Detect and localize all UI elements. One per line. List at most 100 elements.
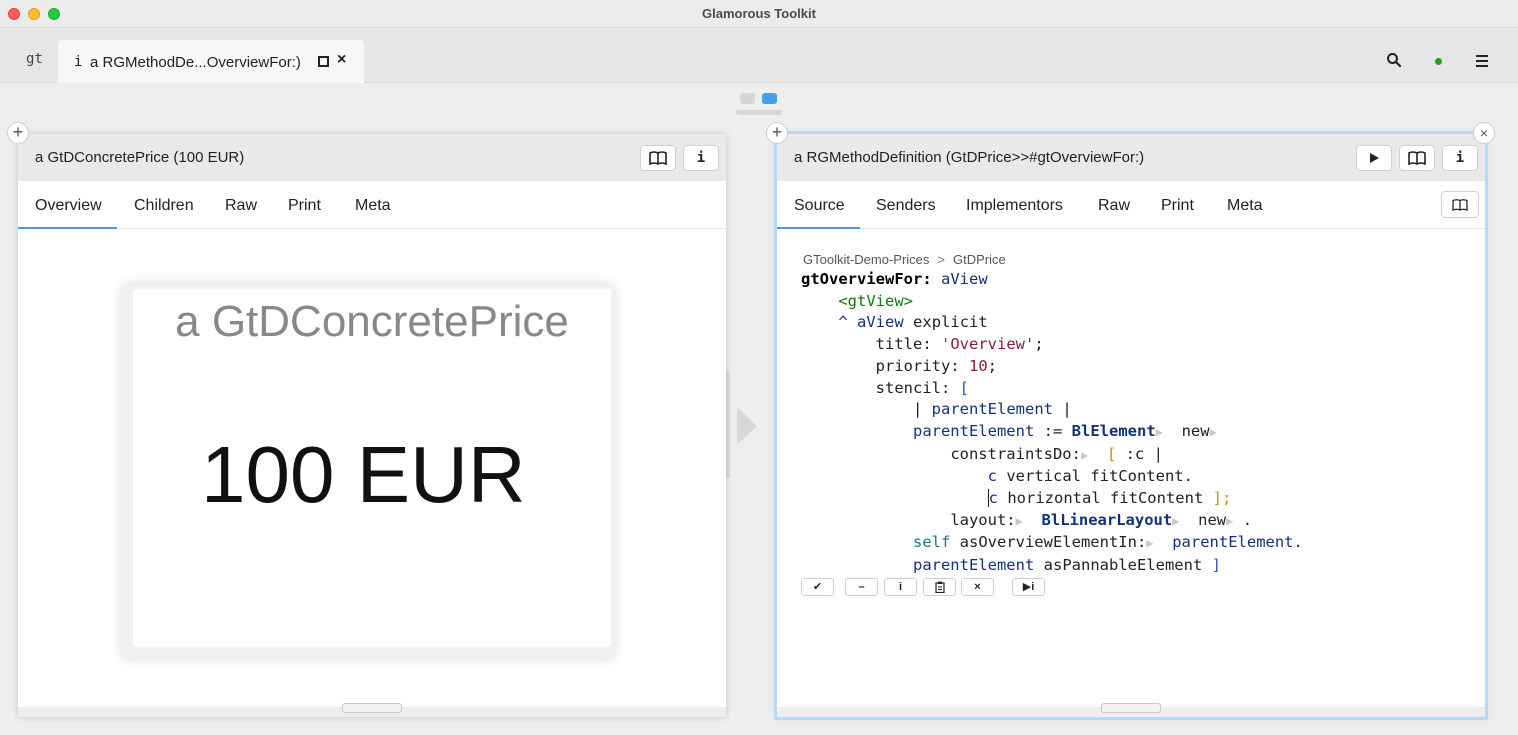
add-pane-right-button[interactable]: +: [766, 122, 788, 144]
maximize-icon[interactable]: [318, 56, 329, 67]
expand-triangle-icon[interactable]: ▶: [1172, 514, 1179, 528]
active-tab-indicator: [18, 227, 117, 229]
close-tab-icon[interactable]: ×: [337, 51, 346, 69]
code-token: ]: [1211, 556, 1221, 575]
left-view-tabs: Overview Children Raw Print Meta: [18, 181, 726, 229]
breadcrumb-package[interactable]: GToolkit-Demo-Prices: [803, 252, 929, 267]
code-token: new: [1181, 421, 1210, 440]
menu-icon[interactable]: [1476, 55, 1488, 67]
window-title: Glamorous Toolkit: [702, 6, 816, 21]
code-token: :=: [1043, 421, 1063, 440]
tab-bar: gt i a RGMethodDe...OverviewFor:) ×: [0, 29, 1518, 83]
add-pane-left-button[interactable]: +: [7, 122, 29, 144]
code-token: asPannableElement: [1043, 556, 1203, 575]
pager-page-2[interactable]: [762, 93, 777, 104]
browse-button[interactable]: [1399, 145, 1435, 171]
tab-overview[interactable]: Overview: [35, 197, 102, 215]
cancel-button[interactable]: –: [845, 578, 878, 596]
run-button[interactable]: [1356, 145, 1392, 171]
return-caret: ^: [838, 313, 848, 332]
left-pane-header: a GtDConcretePrice (100 EUR) i: [18, 134, 726, 181]
book-icon: [1452, 198, 1468, 211]
code-token: |: [912, 400, 923, 419]
pager-page-1[interactable]: [740, 93, 755, 104]
code-token: layout:: [950, 510, 1016, 529]
remove-button[interactable]: ×: [961, 578, 994, 596]
expand-triangle-icon[interactable]: ▶: [1210, 425, 1217, 439]
expand-triangle-icon[interactable]: ▶: [1016, 514, 1023, 528]
overview-card[interactable]: a GtDConcretePrice 100 EUR: [133, 289, 611, 647]
close-pane-button[interactable]: ×: [1473, 122, 1495, 144]
copy-button[interactable]: [923, 578, 956, 596]
tab-senders[interactable]: Senders: [876, 197, 936, 215]
code-token: aView: [857, 313, 904, 332]
code-token: priority:: [875, 356, 960, 375]
code-token: :c: [1125, 444, 1145, 463]
tab-raw[interactable]: Raw: [1098, 197, 1130, 215]
code-token: parentElement: [912, 556, 1035, 575]
code-token: c: [987, 489, 998, 508]
window-titlebar: Glamorous Toolkit: [0, 0, 1518, 28]
code-token: stencil:: [875, 378, 951, 397]
book-icon: [649, 151, 667, 165]
inspector-tab[interactable]: i a RGMethodDe...OverviewFor:) ×: [58, 40, 364, 83]
code-token: |: [1062, 400, 1072, 419]
right-view-tabs: Source Senders Implementors Raw Print Me…: [777, 181, 1485, 229]
clipboard-icon: [934, 581, 945, 594]
inspect-button[interactable]: i: [1442, 145, 1478, 171]
expand-arrow-icon[interactable]: [737, 407, 757, 445]
code-token: self: [912, 533, 951, 552]
tab-meta[interactable]: Meta: [355, 197, 391, 215]
inspect-method-button[interactable]: i: [884, 578, 917, 596]
code-token: c: [987, 467, 997, 486]
tab-source[interactable]: Source: [794, 197, 845, 215]
left-inspector-pane: a GtDConcretePrice (100 EUR) i Overview …: [18, 134, 726, 717]
card-price-value: 100 EUR: [201, 430, 526, 519]
pane-splitter[interactable]: [726, 372, 730, 478]
accept-button[interactable]: ✔: [801, 578, 834, 596]
code-token: new: [1198, 510, 1227, 529]
expand-triangle-icon[interactable]: ▶: [1156, 425, 1163, 439]
tab-meta[interactable]: Meta: [1227, 197, 1263, 215]
left-pane-title: a GtDConcretePrice (100 EUR): [35, 149, 245, 166]
tab-print[interactable]: Print: [1161, 197, 1194, 215]
gt-logo[interactable]: gt: [26, 51, 43, 67]
browse-source-button[interactable]: [1441, 191, 1479, 218]
code-token: parentElement: [931, 400, 1053, 419]
code-token: explicit: [913, 313, 988, 332]
inspector-icon: i: [74, 54, 83, 70]
card-object-name: a GtDConcretePrice: [175, 297, 569, 346]
book-icon: [1408, 151, 1426, 165]
method-selector: gtOverviewFor:: [801, 270, 932, 288]
expand-triangle-icon[interactable]: ▶: [1146, 536, 1153, 550]
tab-print[interactable]: Print: [288, 197, 321, 215]
code-token: vertical fitContent.: [1006, 467, 1193, 486]
class-reference: BlLinearLayout: [1041, 510, 1173, 529]
status-indicator: [1435, 58, 1442, 65]
tab-raw[interactable]: Raw: [225, 197, 257, 215]
play-icon: [1370, 153, 1379, 163]
code-token: ;: [1034, 335, 1044, 354]
right-resize-handle[interactable]: [1101, 703, 1161, 713]
search-icon[interactable]: [1386, 52, 1402, 68]
code-token: .: [1293, 533, 1303, 552]
browse-button[interactable]: [640, 145, 676, 171]
inspect-button[interactable]: i: [683, 145, 719, 171]
gt-logo-text: gt: [26, 51, 43, 67]
right-pane-title: a RGMethodDefinition (GtDPrice>>#gtOverv…: [794, 149, 1145, 166]
tab-children[interactable]: Children: [134, 197, 194, 215]
tab-implementors[interactable]: Implementors: [966, 197, 1063, 215]
right-method-pane: a RGMethodDefinition (GtDPrice>>#gtOverv…: [777, 134, 1485, 717]
left-resize-handle[interactable]: [342, 703, 402, 713]
tab-label: a RGMethodDe...OverviewFor:): [90, 54, 301, 71]
expand-triangle-icon[interactable]: ▶: [1081, 448, 1088, 462]
code-token: parentElement: [912, 421, 1035, 440]
pager-scrollbar[interactable]: [736, 110, 782, 115]
source-code-editor[interactable]: gtOverviewFor: aView <gtView> ^ aView ex…: [801, 269, 1303, 577]
breadcrumb-class[interactable]: GtDPrice: [953, 252, 1006, 267]
play-inspect-button[interactable]: ▶i: [1012, 578, 1045, 596]
code-token: constraintsDo:: [950, 444, 1081, 463]
info-icon: i: [696, 150, 706, 166]
expand-triangle-icon[interactable]: ▶: [1226, 514, 1233, 528]
code-token: .: [1242, 510, 1253, 529]
